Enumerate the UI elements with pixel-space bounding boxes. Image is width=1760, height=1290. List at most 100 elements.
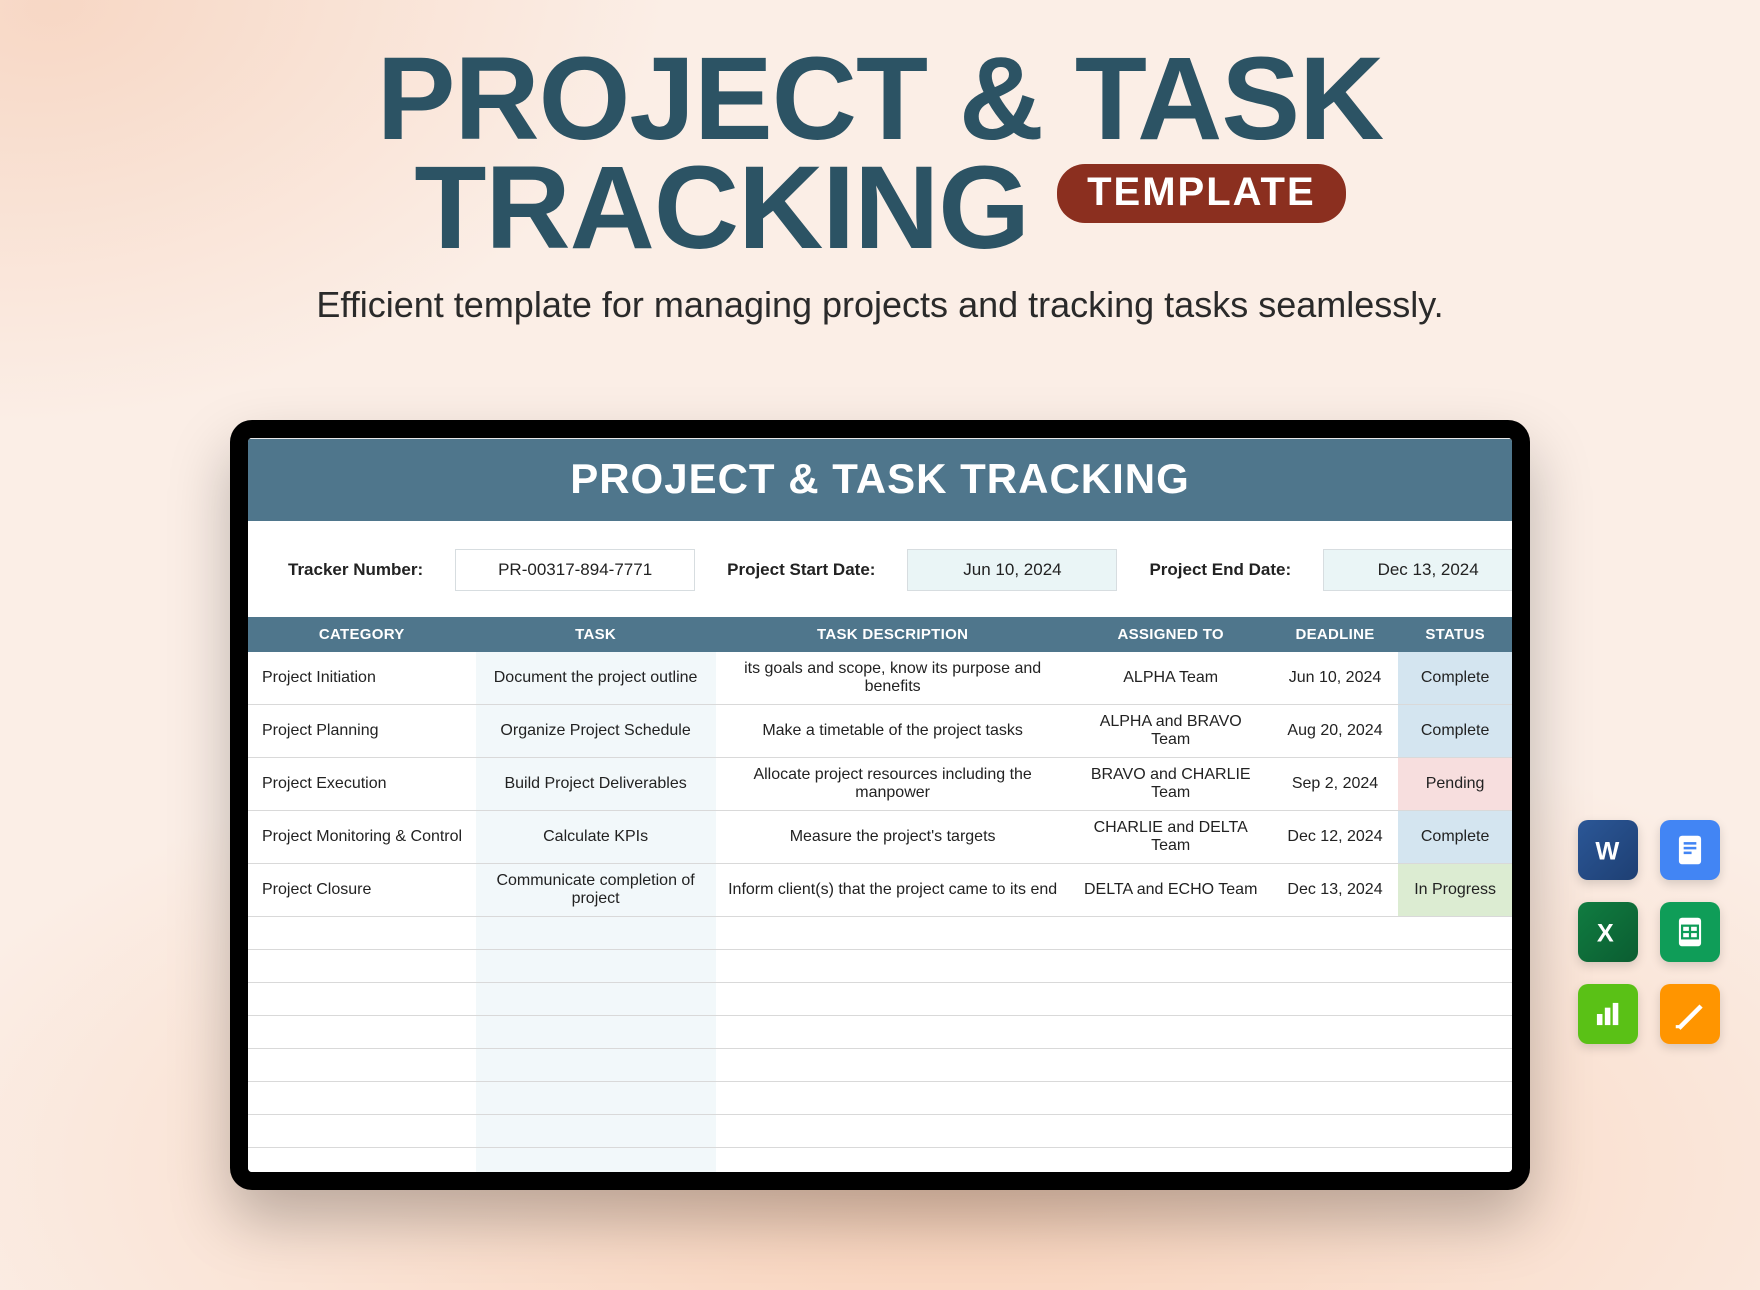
table-cell[interactable] [248,1049,476,1082]
table-cell[interactable] [1398,1082,1512,1115]
excel-icon[interactable]: X [1578,902,1638,962]
table-cell[interactable]: Dec 12, 2024 [1272,811,1398,864]
tracker-number-value[interactable]: PR-00317-894-7771 [455,549,695,591]
table-cell[interactable] [476,917,716,950]
table-cell[interactable] [716,1049,1070,1082]
numbers-icon[interactable] [1578,984,1638,1044]
pages-icon[interactable] [1660,984,1720,1044]
table-cell[interactable] [1272,1115,1398,1148]
table-cell[interactable]: BRAVO and CHARLIE Team [1070,758,1272,811]
table-cell[interactable] [1070,950,1272,983]
table-cell[interactable]: Calculate KPIs [476,811,716,864]
table-cell[interactable] [1272,1049,1398,1082]
table-cell[interactable] [1070,1148,1272,1173]
table-cell[interactable] [1070,1049,1272,1082]
table-cell[interactable]: ALPHA and BRAVO Team [1070,705,1272,758]
table-row[interactable]: Project InitiationDocument the project o… [248,652,1512,705]
table-cell[interactable] [248,1016,476,1049]
table-row[interactable]: Project ClosureCommunicate completion of… [248,864,1512,917]
table-cell[interactable] [1272,983,1398,1016]
table-row-blank[interactable] [248,1016,1512,1049]
table-cell[interactable] [716,1082,1070,1115]
table-cell[interactable] [716,917,1070,950]
table-cell[interactable] [248,917,476,950]
table-cell[interactable]: Project Initiation [248,652,476,705]
table-cell[interactable] [476,1016,716,1049]
project-end-value[interactable]: Dec 13, 2024 [1323,549,1512,591]
table-cell[interactable] [248,983,476,1016]
table-cell[interactable] [1398,917,1512,950]
table-cell[interactable]: Measure the project's targets [716,811,1070,864]
table-cell[interactable] [476,1148,716,1173]
table-cell[interactable] [1272,950,1398,983]
table-cell[interactable]: Complete [1398,652,1512,705]
table-cell[interactable] [716,950,1070,983]
table-cell[interactable]: Project Monitoring & Control [248,811,476,864]
table-cell[interactable] [1398,983,1512,1016]
table-cell[interactable] [1272,1082,1398,1115]
table-row[interactable]: Project PlanningOrganize Project Schedul… [248,705,1512,758]
table-cell[interactable] [248,1115,476,1148]
project-start-value[interactable]: Jun 10, 2024 [907,549,1117,591]
table-cell[interactable] [1398,1049,1512,1082]
table-cell[interactable] [476,1115,716,1148]
table-cell[interactable]: Dec 13, 2024 [1272,864,1398,917]
table-row-blank[interactable] [248,950,1512,983]
table-cell[interactable]: Build Project Deliverables [476,758,716,811]
table-cell[interactable] [476,950,716,983]
table-cell[interactable] [1070,983,1272,1016]
table-cell[interactable]: Complete [1398,705,1512,758]
google-sheets-icon[interactable] [1660,902,1720,962]
table-cell[interactable]: CHARLIE and DELTA Team [1070,811,1272,864]
table-cell[interactable]: Project Closure [248,864,476,917]
table-cell[interactable]: Inform client(s) that the project came t… [716,864,1070,917]
table-cell[interactable] [248,950,476,983]
table-cell[interactable] [1272,917,1398,950]
table-cell[interactable]: Organize Project Schedule [476,705,716,758]
table-cell[interactable]: its goals and scope, know its purpose an… [716,652,1070,705]
table-row-blank[interactable] [248,983,1512,1016]
google-docs-icon[interactable] [1660,820,1720,880]
table-cell[interactable]: Allocate project resources including the… [716,758,1070,811]
table-cell[interactable]: Jun 10, 2024 [1272,652,1398,705]
table-cell[interactable]: Document the project outline [476,652,716,705]
table-cell[interactable] [476,1049,716,1082]
table-row-blank[interactable] [248,1082,1512,1115]
table-cell[interactable] [716,983,1070,1016]
table-cell[interactable] [1398,1016,1512,1049]
table-cell[interactable]: Communicate completion of project [476,864,716,917]
table-cell[interactable]: Sep 2, 2024 [1272,758,1398,811]
table-cell[interactable] [1272,1148,1398,1173]
table-cell[interactable]: Pending [1398,758,1512,811]
table-cell[interactable] [1398,950,1512,983]
table-cell[interactable]: ALPHA Team [1070,652,1272,705]
table-cell[interactable] [716,1148,1070,1173]
table-cell[interactable] [1070,917,1272,950]
table-row-blank[interactable] [248,1049,1512,1082]
table-row[interactable]: Project Monitoring & ControlCalculate KP… [248,811,1512,864]
table-cell[interactable] [1272,1016,1398,1049]
table-cell[interactable]: Project Execution [248,758,476,811]
table-cell[interactable]: DELTA and ECHO Team [1070,864,1272,917]
table-row[interactable]: Project ExecutionBuild Project Deliverab… [248,758,1512,811]
table-row-blank[interactable] [248,1115,1512,1148]
table-cell[interactable] [716,1115,1070,1148]
table-cell[interactable]: Complete [1398,811,1512,864]
table-cell[interactable]: Make a timetable of the project tasks [716,705,1070,758]
table-cell[interactable] [248,1148,476,1173]
table-cell[interactable] [1070,1082,1272,1115]
table-cell[interactable] [1070,1016,1272,1049]
table-row-blank[interactable] [248,1148,1512,1173]
table-cell[interactable] [716,1016,1070,1049]
table-cell[interactable]: Project Planning [248,705,476,758]
table-cell[interactable] [248,1082,476,1115]
table-cell[interactable] [476,983,716,1016]
table-cell[interactable] [1070,1115,1272,1148]
table-cell[interactable]: In Progress [1398,864,1512,917]
table-cell[interactable] [476,1082,716,1115]
table-row-blank[interactable] [248,917,1512,950]
table-cell[interactable]: Aug 20, 2024 [1272,705,1398,758]
table-cell[interactable] [1398,1148,1512,1173]
table-cell[interactable] [1398,1115,1512,1148]
word-icon[interactable]: W [1578,820,1638,880]
